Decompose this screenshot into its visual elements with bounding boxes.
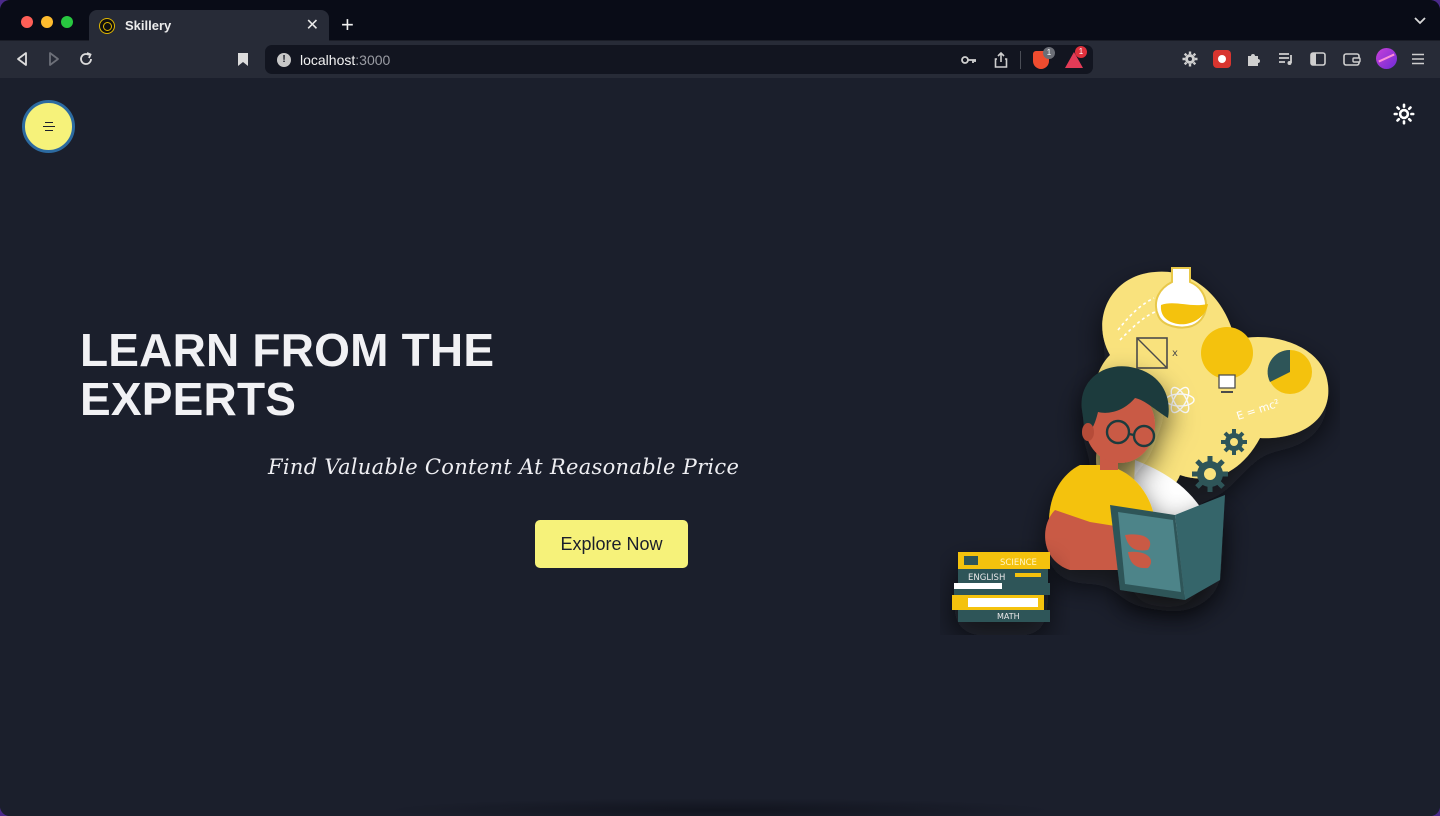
hamburger-icon <box>42 122 55 131</box>
shields-count-badge: 1 <box>1043 47 1055 59</box>
url-port: :3000 <box>355 51 391 68</box>
tab-close-button[interactable]: ✕ <box>306 17 319 34</box>
extensions-puzzle-icon[interactable] <box>1245 49 1263 69</box>
urlbar-divider <box>1020 51 1021 69</box>
back-button[interactable] <box>13 49 31 69</box>
browser-window: Skillery ✕ + ! localhost :3000 1 1 LEARN… <box>0 0 1440 816</box>
playlist-icon[interactable] <box>1277 49 1295 69</box>
hero-subtitle: Find Valuable Content At Reasonable Pric… <box>268 455 740 479</box>
zoom-window-button[interactable] <box>61 16 73 28</box>
brave-rewards-button[interactable]: 1 <box>1065 46 1087 69</box>
profile-avatar[interactable] <box>1376 48 1397 69</box>
wallet-icon[interactable] <box>1342 49 1362 69</box>
tab-title: Skillery <box>125 18 172 33</box>
forward-button[interactable] <box>45 49 63 69</box>
nav-menu-button[interactable] <box>22 100 75 153</box>
extension-red-icon[interactable] <box>1212 49 1232 69</box>
book-science-label: SCIENCE <box>1000 558 1037 568</box>
tab-skillery[interactable]: Skillery ✕ <box>89 10 329 41</box>
hero-title: LEARN FROM THE EXPERTS <box>80 324 495 425</box>
new-tab-button[interactable]: + <box>341 14 354 36</box>
book-math-label: MATH <box>997 612 1020 621</box>
skillery-favicon-icon <box>99 17 115 34</box>
bookmark-icon[interactable] <box>234 49 252 69</box>
svg-text:x: x <box>1172 348 1178 359</box>
rewards-count-badge: 1 <box>1075 46 1087 58</box>
site-info-icon[interactable]: ! <box>277 52 291 67</box>
book-english-label: ENGLISH <box>968 573 1005 583</box>
address-bar[interactable]: ! localhost :3000 1 1 <box>265 45 1093 74</box>
reload-button[interactable] <box>77 49 95 69</box>
url-host: localhost <box>300 51 356 68</box>
tab-list-chevron-icon[interactable] <box>1414 14 1426 28</box>
browser-toolbar: ! localhost :3000 1 1 <box>0 41 1440 78</box>
minimize-window-button[interactable] <box>41 16 53 28</box>
extension-gear-icon[interactable] <box>1181 49 1199 69</box>
tab-strip: Skillery ✕ + <box>0 0 1440 41</box>
student-reading-illustration: x E = mc² MATH ENGLISH SCIENCE <box>952 267 1329 622</box>
brave-shields-button[interactable]: 1 <box>1033 47 1055 69</box>
password-key-icon[interactable] <box>961 51 977 69</box>
theme-toggle-sun-icon[interactable] <box>1393 103 1415 125</box>
page-content: LEARN FROM THE EXPERTS Find Valuable Con… <box>0 78 1440 816</box>
sidebar-toggle-icon[interactable] <box>1309 49 1327 69</box>
share-icon[interactable] <box>994 51 1008 69</box>
explore-now-button[interactable]: Explore Now <box>535 520 688 568</box>
close-window-button[interactable] <box>21 16 33 28</box>
page-bottom-shadow <box>380 798 1060 816</box>
main-menu-icon[interactable] <box>1410 49 1426 69</box>
